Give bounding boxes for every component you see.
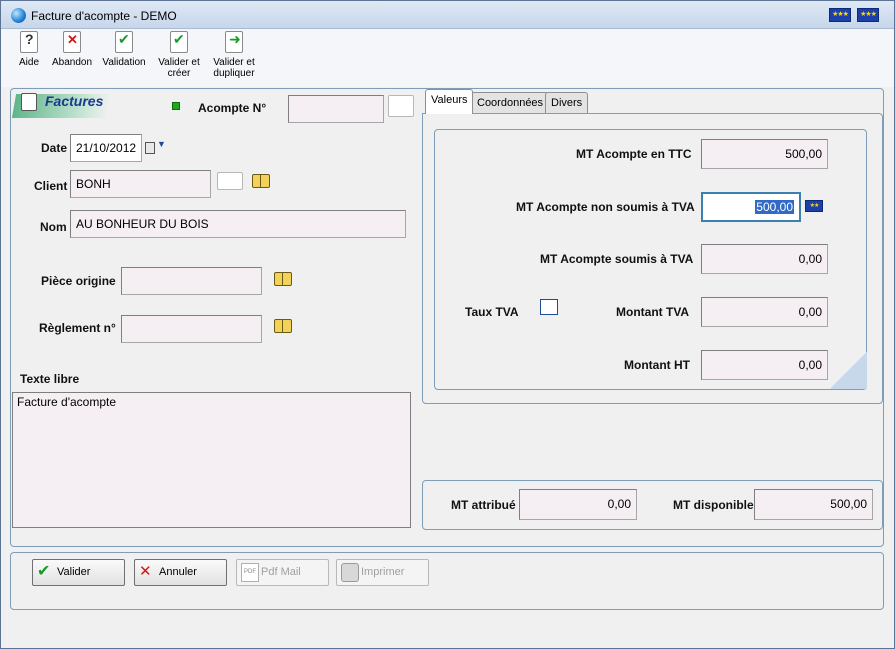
pdf-icon: PDF (241, 563, 259, 582)
imprimer-label: Imprimer (361, 566, 405, 578)
nom-field[interactable]: AU BONHEUR DU BOIS (70, 210, 406, 238)
main-window: Facture d'acompte - DEMO ★★★ ★★★ Aide Ab… (0, 0, 895, 649)
acompte-number-field[interactable] (288, 95, 384, 123)
texte-libre-textarea[interactable]: Facture d'acompte (12, 392, 411, 528)
calendar-icon[interactable] (145, 142, 155, 154)
montant-tva-field[interactable]: 0,00 (701, 297, 828, 327)
validate-create-label-1: Valider et (158, 57, 200, 68)
montant-ht-field[interactable]: 0,00 (701, 350, 828, 380)
piece-origine-field[interactable] (121, 267, 262, 295)
help-icon (20, 31, 38, 53)
attribue-field[interactable]: 0,00 (519, 489, 637, 520)
disponible-label: MT disponible (673, 498, 754, 512)
ttc-label: MT Acompte en TTC (576, 147, 692, 161)
piece-origine-label: Pièce origine (41, 274, 116, 288)
cancel-icon: ✕ (139, 563, 152, 580)
valider-button[interactable]: ✔ Valider (32, 559, 125, 586)
ttc-field[interactable]: 500,00 (701, 139, 828, 169)
help-button[interactable]: Aide (15, 31, 43, 68)
annuler-label: Annuler (159, 566, 197, 578)
eu-flag-icon[interactable]: ★★ (805, 200, 823, 212)
edit-icon[interactable] (388, 95, 414, 117)
date-label: Date (41, 141, 68, 155)
section-title: Factures (45, 93, 104, 109)
invoice-icon (21, 93, 37, 111)
montant-ht-label: Montant HT (624, 358, 690, 372)
client-card-icon[interactable] (217, 172, 243, 190)
tab-coordonnees[interactable]: Coordonnées (471, 92, 550, 114)
validate-create-button[interactable]: Valider et créer (154, 31, 204, 79)
tab-valeurs[interactable]: Valeurs (425, 89, 474, 114)
abort-label: Abandon (51, 57, 93, 68)
validate-dup-label-2: dupliquer (213, 68, 255, 79)
title-bar: Facture d'acompte - DEMO ★★★ ★★★ (1, 1, 894, 29)
validate-duplicate-button[interactable]: Valider et dupliquer (209, 31, 259, 79)
duplicate-icon (225, 31, 243, 53)
abort-icon (63, 31, 81, 53)
validation-label: Validation (102, 57, 146, 68)
disponible-field[interactable]: 500,00 (754, 489, 873, 520)
reglement-label: Règlement n° (39, 321, 116, 335)
validate-create-icon (170, 31, 188, 53)
book-icon[interactable] (274, 319, 292, 333)
tab-divers[interactable]: Divers (545, 92, 589, 114)
soumis-label: MT Acompte soumis à TVA (540, 252, 694, 266)
book-icon[interactable] (274, 272, 292, 286)
reglement-field[interactable] (121, 315, 262, 343)
soumis-field[interactable]: 0,00 (701, 244, 828, 274)
annuler-button[interactable]: ✕ Annuler (134, 559, 227, 586)
printer-icon (341, 563, 359, 582)
abort-button[interactable]: Abandon (49, 31, 95, 68)
window-title: Facture d'acompte - DEMO (31, 9, 177, 23)
taux-tva-label: Taux TVA (465, 305, 519, 319)
acompte-label: Acompte N° (198, 101, 267, 115)
corner-decoration (831, 351, 867, 389)
pdf-mail-button[interactable]: PDF Pdf Mail (236, 559, 329, 586)
validate-icon (115, 31, 133, 53)
eu-flag-icon[interactable]: ★★★ (857, 8, 879, 22)
check-icon: ✔ (37, 563, 51, 580)
toolbar: Aide Abandon Validation Valider et créer… (1, 29, 894, 87)
nom-label: Nom (40, 220, 67, 234)
non-soumis-value: 500,00 (755, 200, 794, 214)
validate-dup-label-1: Valider et (213, 57, 255, 68)
pdf-mail-label: Pdf Mail (261, 566, 301, 578)
chevron-down-icon[interactable]: ▼ (157, 139, 166, 149)
non-soumis-label: MT Acompte non soumis à TVA (516, 200, 695, 214)
client-field[interactable]: BONH (70, 170, 211, 198)
list-icon[interactable] (540, 299, 558, 315)
valider-label: Valider (57, 566, 91, 578)
texte-libre-label: Texte libre (20, 372, 80, 386)
validation-button[interactable]: Validation (99, 31, 149, 68)
help-label: Aide (18, 57, 39, 68)
imprimer-button[interactable]: Imprimer (336, 559, 429, 586)
client-label: Client (34, 179, 68, 193)
app-icon (11, 8, 26, 23)
book-icon[interactable] (252, 174, 270, 188)
date-field[interactable]: 21/10/2012 (70, 134, 142, 162)
attribue-label: MT attribué (451, 498, 516, 512)
validate-create-label-2: créer (167, 68, 191, 79)
status-indicator (172, 102, 180, 110)
montant-tva-label: Montant TVA (616, 305, 690, 319)
eu-flag-icon[interactable]: ★★★ (829, 8, 851, 22)
non-soumis-field[interactable]: 500,00 (701, 192, 801, 222)
